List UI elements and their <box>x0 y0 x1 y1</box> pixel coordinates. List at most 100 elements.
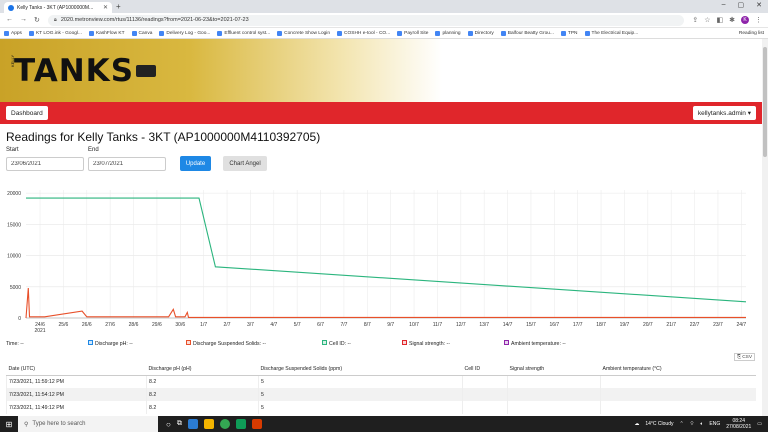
end-date-input[interactable] <box>88 157 166 171</box>
legend-ambient[interactable]: Ambient temperature: -- <box>504 340 566 347</box>
table-row: 7/23/2021, 11:54:12 PM 8.2 5 <box>6 388 756 401</box>
weather-text[interactable]: 14°C Cloudy <box>645 421 673 427</box>
chrome-icon[interactable] <box>219 419 230 429</box>
legend-discharge-ph[interactable]: Discharge pH: -- <box>88 340 133 347</box>
bookmark-item[interactable]: Balfour Beatty Grou... <box>500 30 554 36</box>
legend-signal[interactable]: Signal strength: -- <box>402 340 450 347</box>
x-tick-label: 21/7 <box>666 322 676 328</box>
excel-icon[interactable] <box>235 419 246 429</box>
update-button[interactable]: Update <box>180 156 211 171</box>
volume-icon[interactable]: 🔈︎ <box>700 421 703 427</box>
legend-cell-id[interactable]: Cell ID: -- <box>322 340 351 347</box>
x-tick-year-label: 2021 <box>34 328 45 334</box>
reload-icon[interactable]: ↻ <box>34 16 40 24</box>
cortana-icon[interactable]: ○ <box>166 420 171 429</box>
col-ss[interactable]: Discharge Suspended Solids (ppm) <box>258 364 463 376</box>
checkbox-icon[interactable] <box>186 340 191 346</box>
col-cell-id[interactable]: Cell ID <box>462 364 508 376</box>
start-date-input[interactable] <box>6 157 84 171</box>
windows-start-icon[interactable]: ⊞ <box>0 420 18 429</box>
x-tick-label: 1/7 <box>200 322 207 328</box>
taskbar-search[interactable]: ⚲ Type here to search <box>18 416 158 432</box>
legend-discharge-ss[interactable]: Discharge Suspended Solids: -- <box>186 340 266 347</box>
csv-button[interactable]: ⎘ CSV <box>734 353 756 361</box>
tab-close-icon[interactable]: ✕ <box>103 4 108 11</box>
col-signal[interactable]: Signal strength <box>507 364 601 376</box>
bookmark-favicon-icon <box>397 30 403 36</box>
user-menu-button[interactable]: kellytanks.admin ▾ <box>692 106 756 120</box>
site-logo-sub: KELLY <box>10 54 15 67</box>
maximize-icon[interactable]: ▢ <box>738 1 745 9</box>
bookmark-favicon-icon <box>88 30 94 36</box>
reading-list[interactable]: Reading list <box>739 31 764 36</box>
bookmark-item[interactable]: Canva <box>131 30 152 36</box>
browser-tab[interactable]: Kelly Tanks - 3KT (AP1000000M... ✕ <box>4 2 112 13</box>
bookmark-item[interactable]: TPN <box>560 30 578 36</box>
notifications-icon[interactable]: ▭ <box>757 421 762 427</box>
bookmark-item[interactable]: The Electrical Equip... <box>584 30 638 36</box>
tray-chevron-icon[interactable]: ⌃ <box>679 421 683 427</box>
minimize-icon[interactable]: – <box>722 1 726 9</box>
legend-signal-label: Signal strength: -- <box>409 341 450 347</box>
x-tick-label: 7/7 <box>340 322 347 328</box>
end-label: End <box>88 147 99 153</box>
bookmark-item[interactable]: Effluent control syst... <box>217 30 270 36</box>
page-scrollbar[interactable] <box>762 39 768 416</box>
y-tick-label: 15000 <box>7 222 21 228</box>
bookmark-item[interactable]: Payroll Site <box>397 30 428 36</box>
new-tab-icon[interactable]: + <box>116 2 121 11</box>
task-view-icon[interactable]: ⧉ <box>177 420 182 428</box>
bookmark-favicon-icon <box>560 30 566 36</box>
taskbar-clock[interactable]: 08:24 27/08/2021 <box>726 418 751 430</box>
bookmark-item[interactable]: KT LOG.ink - Googl... <box>28 30 82 36</box>
back-icon[interactable]: ← <box>6 16 13 24</box>
checkbox-icon[interactable] <box>88 340 93 346</box>
page-title: Readings for Kelly Tanks - 3KT (AP100000… <box>6 130 321 144</box>
bookmark-label: KT LOG.ink - Googl... <box>35 30 82 36</box>
site-logo[interactable]: TANKS <box>14 53 134 89</box>
col-ph[interactable]: Discharge pH (pH) <box>146 364 259 376</box>
bookmark-item[interactable]: Directory <box>467 30 494 36</box>
x-tick-label: 8/7 <box>364 322 371 328</box>
cell-date: 7/23/2021, 11:54:12 PM <box>6 388 147 401</box>
language-indicator[interactable]: ENG <box>709 421 720 427</box>
bookmark-item[interactable]: Concrete Show Login <box>277 30 331 36</box>
address-bar[interactable]: 🔒︎ 2020.metronview.com/rtus/11136/readin… <box>47 14 685 26</box>
bookmark-item[interactable]: COSHH e-tool - CO... <box>337 30 390 36</box>
start-label: Start <box>6 147 19 153</box>
legend-cell-id-label: Cell ID: -- <box>329 341 351 347</box>
checkbox-icon[interactable] <box>322 340 327 346</box>
profile-avatar[interactable]: K <box>741 16 749 24</box>
forward-icon[interactable]: → <box>20 16 27 24</box>
powerpoint-icon[interactable] <box>251 419 262 429</box>
bookmark-favicon-icon <box>337 30 343 36</box>
share-icon[interactable]: ⇪ <box>692 16 698 24</box>
x-tick-label: 2/7 <box>224 322 231 328</box>
dashboard-button[interactable]: Dashboard <box>6 106 48 120</box>
bookmark-label: Concrete Show Login <box>284 30 331 36</box>
star-icon[interactable]: ☆ <box>704 16 710 24</box>
checkbox-icon[interactable] <box>504 340 509 346</box>
bookmark-favicon-icon <box>467 30 473 36</box>
extension-icon[interactable]: ◧ <box>717 16 724 24</box>
bookmark-item[interactable]: planning <box>435 30 461 36</box>
bookmark-favicon-icon <box>28 30 34 36</box>
bookmark-label: Directory <box>474 30 494 36</box>
bookmark-favicon-icon <box>435 30 441 36</box>
outlook-icon[interactable] <box>187 419 198 429</box>
puzzle-icon[interactable]: ✱ <box>729 16 735 24</box>
network-icon[interactable]: ⌔ <box>690 421 695 427</box>
col-ambient[interactable]: Ambient temperature (°C) <box>600 364 756 376</box>
close-window-icon[interactable]: ✕ <box>756 1 762 9</box>
file-explorer-icon[interactable] <box>203 419 214 429</box>
scrollbar-thumb[interactable] <box>763 47 767 157</box>
bookmark-item[interactable]: Apps <box>4 30 22 36</box>
checkbox-icon[interactable] <box>402 340 407 346</box>
bookmark-item[interactable]: KashFlow KT <box>88 30 125 36</box>
bookmark-favicon-icon <box>131 30 137 36</box>
bookmark-item[interactable]: Delivery Log - Goo... <box>159 30 210 36</box>
tab-title: Kelly Tanks - 3KT (AP1000000M... <box>17 4 94 11</box>
menu-kebab-icon[interactable]: ⋮ <box>755 16 762 24</box>
chart-angel-button[interactable]: Chart Angel <box>223 156 267 171</box>
col-date[interactable]: Date (UTC) <box>6 364 147 376</box>
